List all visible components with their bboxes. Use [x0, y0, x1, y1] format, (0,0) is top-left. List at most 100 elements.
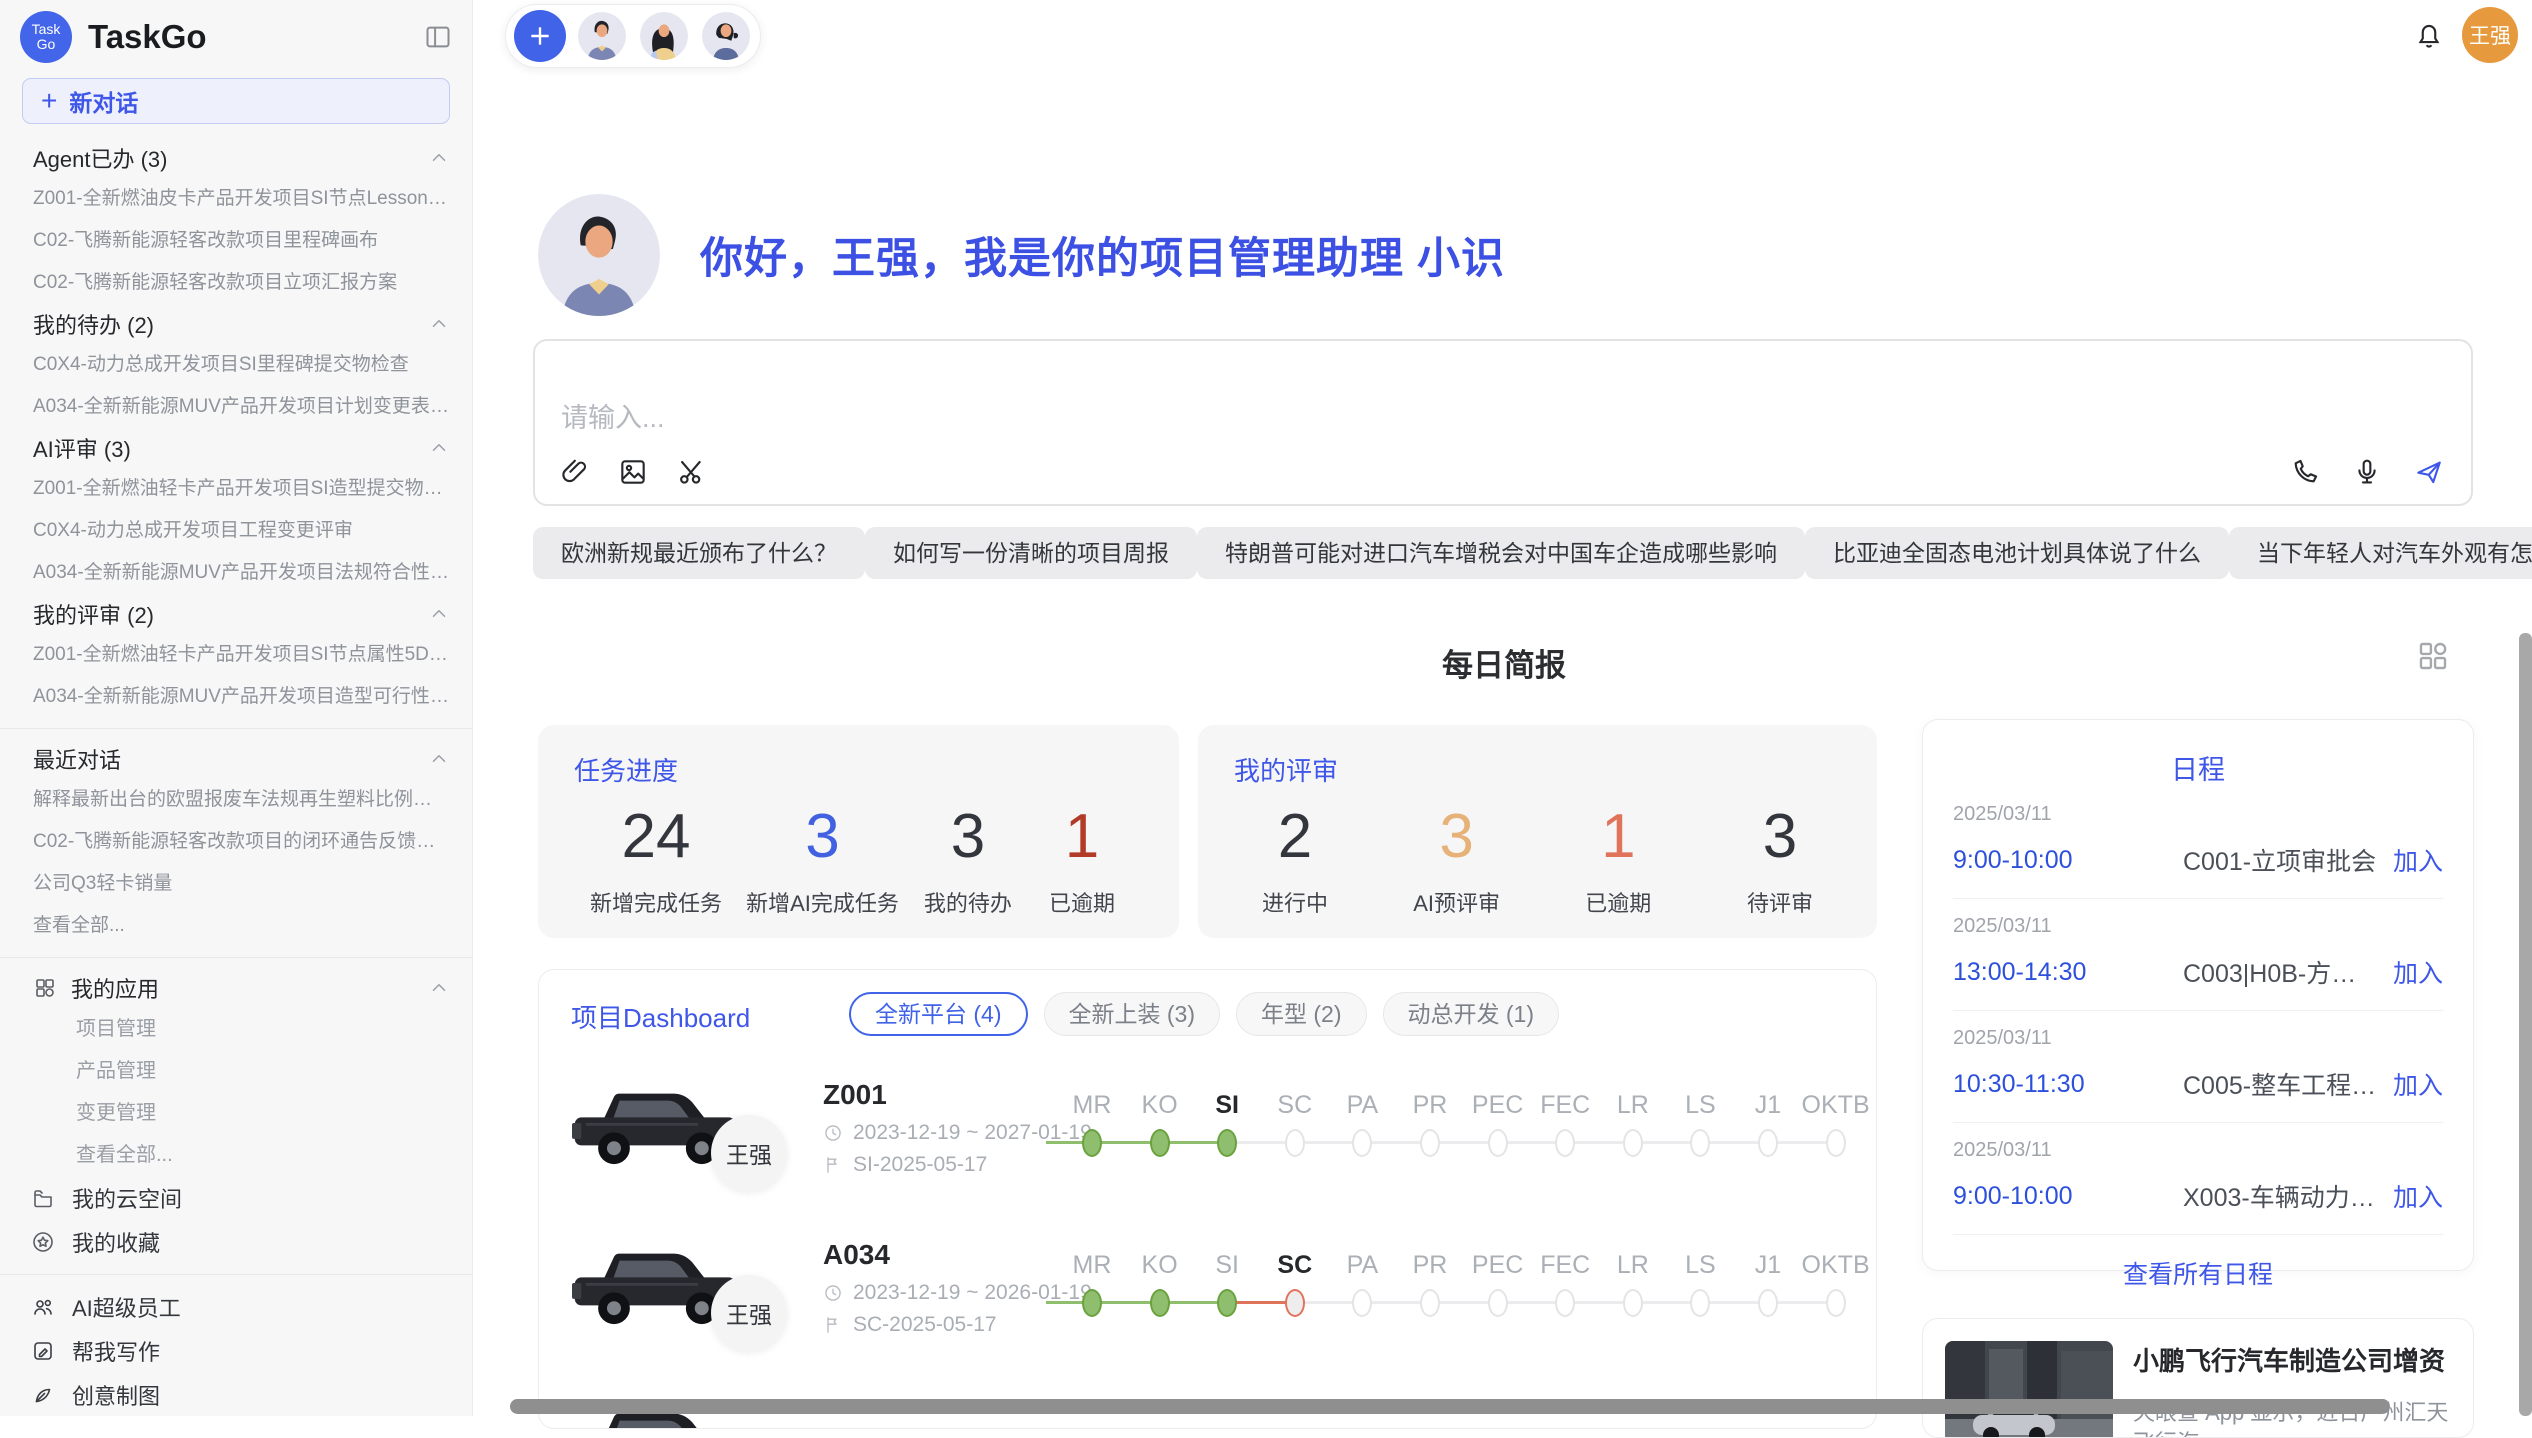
suggestion-chip[interactable]: 欧洲新规最近颁布了什么？	[533, 527, 865, 579]
sidebar-section-my-apps-label: 我的应用	[71, 972, 428, 1004]
paperclip-icon[interactable]	[559, 456, 591, 488]
milestone-node	[1082, 1289, 1102, 1317]
my-app-item[interactable]: 变更管理	[0, 1092, 472, 1134]
sidebar-task-item[interactable]: A034-全新新能源MUV产品开发项目法规符合性评审	[0, 552, 472, 594]
news-image	[1945, 1341, 2113, 1438]
stat-item: 2进行中	[1250, 802, 1340, 918]
sidebar-section-recent[interactable]: 最近对话	[0, 739, 472, 779]
dashboard-filter-chip[interactable]: 年型 (2)	[1236, 992, 1367, 1036]
image-icon[interactable]	[617, 456, 649, 488]
sidebar-tool-item[interactable]: 创意制图	[0, 1373, 472, 1416]
event-date: 2025/03/11	[1953, 1027, 2443, 1050]
stat-item: 3AI预评审	[1412, 802, 1502, 918]
event-date: 2025/03/11	[1953, 803, 2443, 826]
clock-icon	[823, 1283, 843, 1303]
sidebar-task-item[interactable]: Z001-全新燃油轻卡产品开发项目SI造型提交物评审	[0, 468, 472, 510]
sidebar-section-my-apps[interactable]: 我的应用	[0, 968, 472, 1008]
layout-grid-icon[interactable]	[2415, 638, 2451, 674]
news-title: 小鹏飞行汽车制造公司增资	[2133, 1341, 2451, 1378]
news-card[interactable]: 小鹏飞行汽车制造公司增资 天眼查 App 显示，近日广州汇天飞行汽...	[1922, 1318, 2474, 1438]
dashboard-filter-chip[interactable]: 全新平台 (4)	[849, 992, 1028, 1036]
dashboard-filter-chip[interactable]: 动总开发 (1)	[1383, 992, 1560, 1036]
sidebar-task-item[interactable]: A034-全新新能源MUV产品开发项目计划变更表编写	[0, 386, 472, 428]
join-button[interactable]: 加入	[2393, 842, 2443, 878]
sidebar-item-cloud-space[interactable]: 我的云空间	[0, 1176, 472, 1220]
join-button[interactable]: 加入	[2393, 1178, 2443, 1214]
milestone-label: KO	[1142, 1091, 1178, 1120]
sidebar-task-item[interactable]: C02-飞腾新能源轻客改款项目里程碑画布	[0, 220, 472, 262]
milestone-node	[1690, 1129, 1710, 1157]
vertical-scrollbar[interactable]	[2519, 633, 2532, 1416]
sidebar-item-label: 我的云空间	[72, 1182, 450, 1214]
join-button[interactable]: 加入	[2393, 1066, 2443, 1102]
recent-view-all-link[interactable]: 查看全部...	[0, 905, 472, 947]
milestone-label: PEC	[1472, 1091, 1523, 1120]
recent-chat-item[interactable]: 解释最新出台的欧盟报废车法规再生塑料比例被调至15%...	[0, 779, 472, 821]
greeting-text: 你好，王强，我是你的项目管理助理 小识	[700, 224, 1505, 286]
recent-chat-item[interactable]: C02-飞腾新能源轻客改款项目的闭环通告反馈情况	[0, 821, 472, 863]
send-icon[interactable]	[2413, 456, 2445, 488]
mic-icon[interactable]	[2351, 456, 2383, 488]
sidebar-tool-label: 创意制图	[72, 1379, 450, 1411]
cloud-space-icon	[30, 1185, 56, 1211]
milestone-node	[1150, 1129, 1170, 1157]
topbar-avatars	[576, 10, 752, 62]
phone-icon[interactable]	[2289, 456, 2321, 488]
sidebar-task-item[interactable]: C02-飞腾新能源轻客改款项目立项汇报方案	[0, 262, 472, 304]
teammate-avatar-woman-blue[interactable]	[700, 10, 752, 62]
my-app-item[interactable]: 产品管理	[0, 1050, 472, 1092]
sidebar-item-star[interactable]: 我的收藏	[0, 1220, 472, 1264]
milestone-label: SI	[1215, 1251, 1239, 1280]
stat-value: 2	[1250, 802, 1340, 872]
schedule-event: 2025/03/1110:30-11:30C005-整车工程目标评审加入	[1953, 1011, 2443, 1123]
user-avatar[interactable]: 王强	[2462, 7, 2518, 63]
stat-value: 3	[746, 802, 899, 872]
notification-bell-icon[interactable]	[2412, 18, 2446, 52]
chat-input[interactable]	[561, 403, 1961, 434]
suggestion-chip[interactable]: 比亚迪全固态电池计划具体说了什么	[1805, 527, 2229, 579]
sidebar-section-2[interactable]: AI评审 (3)	[0, 428, 472, 468]
horizontal-scrollbar[interactable]	[510, 1399, 2390, 1414]
project-row[interactable]: 王强Z0012023-12-19 ~ 2027-01-19SI-2025-05-…	[539, 1055, 1876, 1215]
sidebar-item-label: 我的收藏	[72, 1226, 450, 1258]
my-app-item[interactable]: 项目管理	[0, 1008, 472, 1050]
milestone-label: SC	[1277, 1091, 1312, 1120]
suggestion-chip[interactable]: 当下年轻人对汽车外观有怎样的喜好趋势	[2229, 527, 2532, 579]
milestone-label: FEC	[1540, 1251, 1590, 1280]
new-chat-button[interactable]: + 新对话	[22, 78, 450, 124]
my-app-item[interactable]: 查看全部...	[0, 1134, 472, 1176]
sidebar-section-1[interactable]: 我的待办 (2)	[0, 304, 472, 344]
milestone-node	[1555, 1129, 1575, 1157]
milestone-node	[1285, 1129, 1305, 1157]
sidebar-tool-label: AI超级员工	[72, 1291, 450, 1323]
sidebar-tool-item[interactable]: 帮我写作	[0, 1329, 472, 1373]
sidebar-task-item[interactable]: C0X4-动力总成开发项目工程变更评审	[0, 510, 472, 552]
sidebar-task-item[interactable]: Z001-全新燃油轻卡产品开发项目SI节点属性5D文件评审	[0, 634, 472, 676]
sidebar-tool-item[interactable]: AI超级员工	[0, 1285, 472, 1329]
suggestion-chip[interactable]: 如何写一份清晰的项目周报	[865, 527, 1197, 579]
milestone-node	[1285, 1289, 1305, 1317]
sidebar-task-item[interactable]: A034-全新新能源MUV产品开发项目造型可行性评审	[0, 676, 472, 718]
milestone-label: OKTB	[1802, 1091, 1870, 1120]
dashboard-filter-chip[interactable]: 全新上装 (3)	[1044, 992, 1221, 1036]
suggestion-chip[interactable]: 特朗普可能对进口汽车增税会对中国车企造成哪些影响	[1197, 527, 1805, 579]
teammate-avatar-woman-yellow[interactable]	[638, 10, 690, 62]
schedule-event: 2025/03/1113:00-14:30C003|H0B-方案冻结评审加入	[1953, 899, 2443, 1011]
milestone-label: SI	[1215, 1091, 1239, 1120]
add-agent-button[interactable]	[514, 10, 566, 62]
join-button[interactable]: 加入	[2393, 954, 2443, 990]
sidebar-section-3[interactable]: 我的评审 (2)	[0, 594, 472, 634]
recent-chat-item[interactable]: 公司Q3轻卡销量	[0, 863, 472, 905]
sidebar-collapse-icon[interactable]	[424, 23, 452, 51]
sidebar-task-item[interactable]: Z001-全新燃油皮卡产品开发项目SI节点Lesson Learn报告	[0, 178, 472, 220]
teammate-avatar-man[interactable]	[576, 10, 628, 62]
project-row[interactable]: 王强A0342023-12-19 ~ 2026-01-19SC-2025-05-…	[539, 1215, 1876, 1375]
stat-item: 3新增AI完成任务	[746, 802, 899, 918]
stat-label: AI预评审	[1412, 886, 1502, 918]
sidebar-task-item[interactable]: C0X4-动力总成开发项目SI里程碑提交物检查	[0, 344, 472, 386]
scissors-icon[interactable]	[675, 456, 707, 488]
sidebar-section-0[interactable]: Agent已办 (3)	[0, 138, 472, 178]
view-all-schedule-link[interactable]: 查看所有日程	[1953, 1235, 2443, 1311]
milestone-label: FEC	[1540, 1091, 1590, 1120]
milestone-node	[1690, 1289, 1710, 1317]
